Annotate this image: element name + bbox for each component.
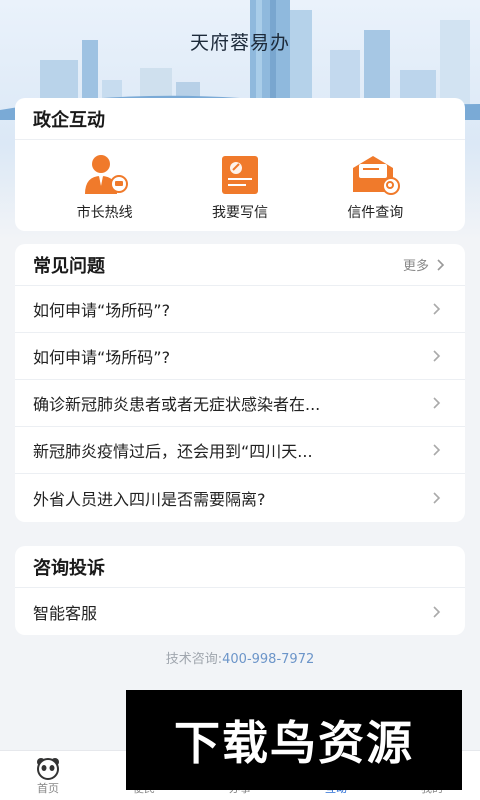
- tech-support-phone[interactable]: 400-998-7972: [222, 652, 314, 667]
- faq-title: 常见问题: [33, 255, 105, 277]
- faq-header: 常见问题 更多: [15, 244, 465, 286]
- faq-item[interactable]: 新冠肺炎疫情过后，还会用到“四川天...: [15, 427, 465, 474]
- tech-support-line: 技术咨询:400-998-7972: [0, 648, 480, 667]
- watermark-overlay: 下载鸟资源: [126, 690, 462, 790]
- chevron-right-icon: [433, 444, 441, 456]
- smart-service-label: 智能客服: [33, 603, 98, 623]
- chevron-right-icon: [437, 258, 445, 271]
- faq-card: 常见问题 更多 如何申请“场所码”? 如何申请“场所码”? 确诊新冠肺炎患者或者…: [15, 244, 465, 522]
- chevron-right-icon: [433, 605, 441, 618]
- consult-card: 咨询投诉 智能客服: [15, 546, 465, 635]
- faq-item[interactable]: 如何申请“场所码”?: [15, 286, 465, 333]
- faq-item[interactable]: 确诊新冠肺炎患者或者无症状感染者在...: [15, 380, 465, 427]
- write-letter-label: 我要写信: [211, 205, 268, 221]
- faq-more-label: 更多: [402, 259, 429, 274]
- mayor-hotline-icon: [84, 155, 128, 194]
- tech-support-label: 技术咨询:: [165, 652, 223, 667]
- write-letter-icon: [221, 156, 258, 194]
- letter-query-icon: [353, 156, 401, 195]
- faq-item-text: 如何申请“场所码”?: [33, 301, 171, 320]
- chevron-right-icon: [433, 350, 441, 362]
- watermark-text: 下载鸟资源: [174, 716, 414, 770]
- chevron-right-icon: [433, 491, 441, 504]
- gov-interaction-card: 政企互动 市长热线 我要写信 信件查询: [15, 98, 465, 231]
- faq-item[interactable]: 外省人员进入四川是否需要隔离?: [15, 474, 465, 521]
- tab-home-label: 首页: [37, 782, 59, 795]
- mayor-hotline-label: 市长热线: [76, 205, 133, 221]
- chevron-right-icon: [433, 303, 441, 315]
- consult-header: 咨询投诉: [15, 546, 465, 588]
- consult-title: 咨询投诉: [33, 557, 105, 579]
- faq-item-text: 确诊新冠肺炎患者或者无症状感染者在...: [33, 395, 321, 414]
- app-title: 天府蓉易办: [189, 32, 290, 54]
- tab-home[interactable]: 首页: [8, 756, 88, 796]
- panda-home-icon: [37, 758, 59, 780]
- mayor-hotline-button[interactable]: 市长热线: [50, 152, 160, 222]
- gov-interaction-items: 市长热线 我要写信 信件查询: [15, 140, 465, 222]
- faq-item-text: 外省人员进入四川是否需要隔离?: [33, 489, 266, 509]
- letter-query-button[interactable]: 信件查询: [320, 152, 430, 222]
- faq-more-link[interactable]: 更多: [403, 255, 447, 274]
- letter-query-label: 信件查询: [347, 205, 404, 221]
- faq-item[interactable]: 如何申请“场所码”?: [15, 333, 465, 380]
- gov-interaction-title: 政企互动: [33, 109, 105, 131]
- smart-service-item[interactable]: 智能客服: [15, 588, 465, 635]
- chevron-right-icon: [433, 397, 441, 409]
- faq-item-text: 新冠肺炎疫情过后，还会用到“四川天...: [33, 442, 313, 461]
- faq-item-text: 如何申请“场所码”?: [33, 348, 171, 367]
- gov-interaction-header: 政企互动: [15, 98, 465, 140]
- write-letter-button[interactable]: 我要写信: [185, 152, 295, 222]
